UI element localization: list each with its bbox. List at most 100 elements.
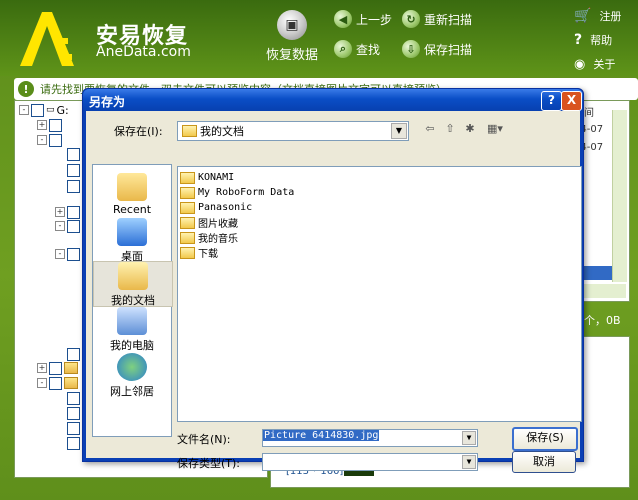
back-arrow-icon: ◀ (334, 10, 352, 28)
filetype-dropdown[interactable]: ▼ (262, 453, 478, 471)
desktop-icon (117, 218, 147, 246)
dropdown-arrow-icon[interactable]: ▼ (462, 431, 476, 445)
save-as-dialog: 另存为 ? X 保存在(I): 我的文档 ▼ ⇦ ⇧ ✱ ▦▾ Recent 桌… (82, 88, 584, 473)
vertical-scrollbar[interactable] (612, 110, 627, 282)
prev-step-button[interactable]: ◀ 上一步 (334, 10, 392, 28)
tree-item[interactable] (67, 163, 80, 177)
filename-label: 文件名(N): (177, 433, 231, 446)
file-label: 下载 (198, 249, 218, 260)
file-label: My RoboForm Data (198, 187, 295, 198)
folder-icon (180, 246, 195, 259)
new-folder-icon[interactable]: ✱ (462, 122, 478, 136)
prev-step-label: 上一步 (356, 12, 393, 27)
refresh-icon: ↻ (402, 10, 420, 28)
folder-icon (180, 186, 195, 199)
list-item[interactable]: 图片收藏 (180, 215, 238, 230)
about-label: 关于 (593, 58, 616, 71)
drive-icon: ▭ (46, 105, 55, 115)
logo-subtitle: AneData.com (96, 44, 191, 60)
folder-icon (64, 377, 78, 389)
tree-item[interactable] (67, 421, 80, 435)
place-my-computer-label: 我的电脑 (110, 339, 154, 352)
tree-root[interactable]: - ▭ G: (19, 103, 69, 117)
logo-icon (20, 12, 74, 66)
tree-item[interactable] (67, 406, 80, 420)
folder-icon (182, 125, 197, 137)
save-scan-button[interactable]: ⇩ 保存扫描 (402, 40, 472, 58)
disk-icon: ▣ (277, 10, 307, 40)
recover-button[interactable]: ▣ 恢复数据 (262, 10, 322, 63)
folder-icon (180, 201, 195, 214)
cart-icon: 🛒 (574, 8, 592, 24)
tree-item[interactable]: - (37, 376, 78, 390)
place-recent-label: Recent (112, 203, 152, 216)
filename-value: Picture 6414830.jpg (263, 430, 380, 441)
filetype-label: 保存类型(T): (177, 457, 241, 470)
recent-folder-icon (117, 173, 147, 201)
tree-item[interactable] (67, 147, 80, 161)
list-item[interactable]: 下载 (180, 245, 218, 260)
computer-icon (117, 307, 147, 335)
find-label: 查找 (356, 42, 381, 57)
question-icon: ? (574, 32, 583, 48)
place-my-documents-label: 我的文档 (111, 294, 155, 307)
save-in-label: 保存在(I): (114, 125, 163, 138)
close-button[interactable]: X (561, 91, 582, 111)
tree-item[interactable]: + (37, 361, 78, 375)
dropdown-arrow-icon[interactable]: ▼ (391, 123, 407, 139)
tree-item[interactable]: - (55, 219, 80, 233)
folder-icon (180, 171, 195, 184)
picture-folder-icon (180, 216, 195, 229)
tree-item[interactable] (67, 436, 80, 450)
help-button[interactable]: ? (541, 91, 562, 111)
place-network[interactable]: 网上邻居 (93, 353, 171, 399)
list-item[interactable]: 我的音乐 (180, 230, 238, 245)
folder-icon (64, 362, 78, 374)
list-item[interactable]: KONAMI (180, 170, 234, 185)
dialog-title: 另存为 (89, 95, 126, 109)
place-recent[interactable]: Recent (93, 173, 171, 216)
tree-item[interactable]: - (37, 133, 62, 147)
app-header: 安易恢复 AneData.com ▣ 恢复数据 ◀ 上一步 ↻ 重新扫描 ⌕ 查… (0, 0, 638, 76)
dialog-titlebar[interactable]: 另存为 ? X (83, 89, 583, 111)
filename-input[interactable]: Picture 6414830.jpg ▼ (262, 429, 478, 447)
help-link[interactable]: ? 帮助 (574, 28, 621, 52)
network-globe-icon (117, 353, 147, 381)
file-label: Panasonic (198, 202, 253, 213)
horizontal-scrollbar[interactable] (584, 284, 626, 298)
place-network-label: 网上邻居 (110, 385, 154, 398)
about-link[interactable]: ◉ 关于 (574, 52, 621, 76)
dialog-body: 保存在(I): 我的文档 ▼ ⇦ ⇧ ✱ ▦▾ Recent 桌面 我的文档 我… (86, 111, 582, 473)
register-link[interactable]: 🛒 注册 (574, 4, 621, 28)
view-menu-icon[interactable]: ▦▾ (484, 122, 506, 136)
selected-row-highlight[interactable] (584, 266, 612, 280)
save-button[interactable]: 保存(S) (512, 427, 578, 451)
place-my-computer[interactable]: 我的电脑 (93, 307, 171, 353)
save-in-value: 我的文档 (200, 125, 244, 138)
tree-item[interactable] (67, 347, 80, 361)
recover-label: 恢复数据 (265, 48, 318, 63)
tree-item[interactable]: + (55, 205, 80, 219)
save-scan-icon: ⇩ (402, 40, 420, 58)
cancel-button[interactable]: 取消 (512, 451, 576, 473)
file-label: 图片收藏 (198, 219, 238, 230)
dropdown-arrow-icon[interactable]: ▼ (462, 455, 476, 469)
tree-item[interactable]: + (37, 118, 62, 132)
list-item[interactable]: My RoboForm Data (180, 185, 294, 200)
up-folder-icon[interactable]: ⇧ (442, 122, 458, 136)
status-text: 个，0B (584, 314, 621, 327)
file-browser[interactable]: KONAMI My RoboForm Data Panasonic 图片收藏 我… (177, 166, 582, 422)
save-in-dropdown[interactable]: 我的文档 ▼ (177, 121, 409, 141)
tree-item[interactable] (67, 391, 80, 405)
list-item[interactable]: Panasonic (180, 200, 252, 215)
rescan-button[interactable]: ↻ 重新扫描 (402, 10, 472, 28)
tree-root-label: G: (56, 103, 69, 117)
file-label: 我的音乐 (198, 234, 238, 245)
place-my-documents[interactable]: 我的文档 (93, 261, 173, 307)
tree-item[interactable]: - (55, 247, 80, 261)
find-button[interactable]: ⌕ 查找 (334, 40, 380, 58)
place-desktop[interactable]: 桌面 (93, 218, 171, 264)
tree-item[interactable] (67, 179, 80, 193)
back-icon[interactable]: ⇦ (422, 122, 438, 136)
places-bar: Recent 桌面 我的文档 我的电脑 网上邻居 (92, 164, 173, 437)
